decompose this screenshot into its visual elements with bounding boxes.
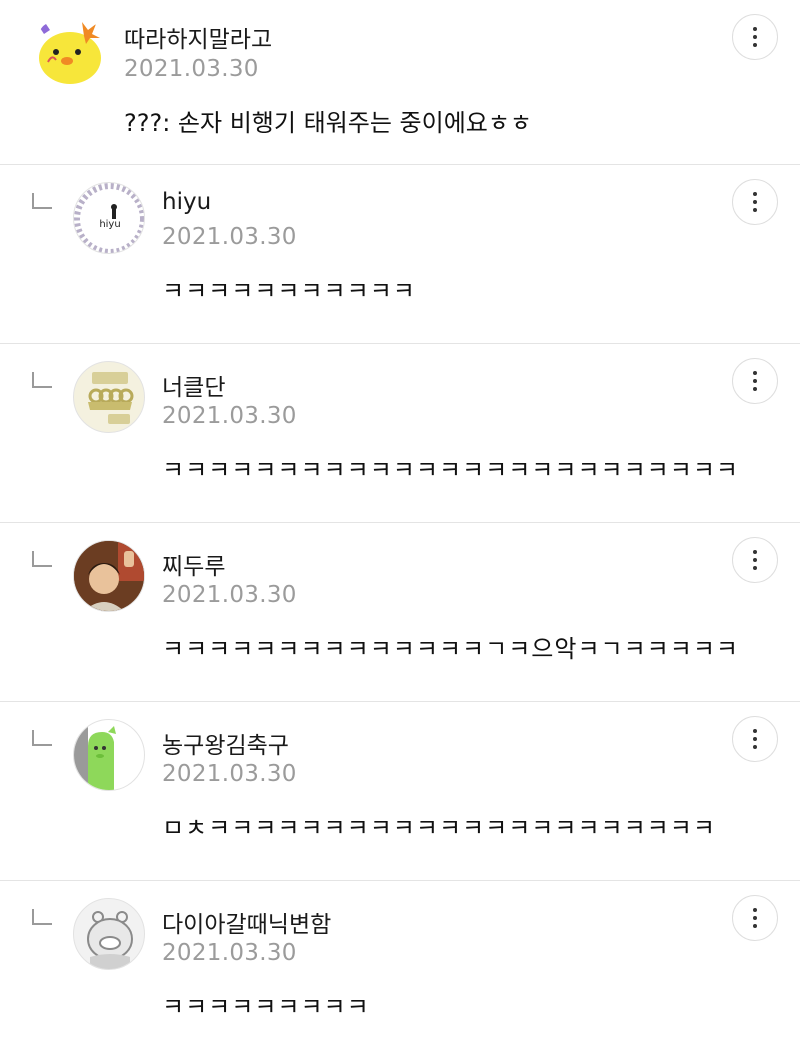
more-vertical-icon: [753, 27, 757, 47]
more-vertical-icon: [753, 550, 757, 570]
reply-arrow-icon: [32, 193, 52, 209]
comment-date: 2021.03.30: [162, 403, 297, 429]
comment-text: ㅋㅋㅋㅋㅋㅋㅋㅋㅋㅋㅋ: [162, 277, 416, 305]
reply-item: 찌두루 2021.03.30 ㅋㅋㅋㅋㅋㅋㅋㅋㅋㅋㅋㅋㅋㅋㄱㅋ으악ㅋㄱㅋㅋㅋㅋㅋ: [0, 523, 800, 702]
avatar[interactable]: [73, 719, 145, 791]
gray-character-avatar-icon: [87, 911, 133, 969]
more-vertical-icon: [753, 729, 757, 749]
reply-arrow-icon: [32, 372, 52, 388]
more-options-button[interactable]: [732, 716, 778, 762]
comment-author[interactable]: 농구왕김축구: [162, 726, 289, 760]
comment-list: 따라하지말라고 2021.03.30 ???: 손자 비행기 태워주는 중이에요…: [0, 0, 800, 1043]
hiyu-logo-avatar-icon: hiyu: [74, 183, 144, 253]
more-vertical-icon: [753, 371, 757, 391]
comment-author[interactable]: 따라하지말라고: [124, 20, 272, 54]
yellow-chick-avatar-icon: [39, 22, 101, 84]
avatar[interactable]: [34, 14, 106, 86]
comment-author[interactable]: 찌두루: [162, 547, 225, 581]
avatar[interactable]: [73, 898, 145, 970]
avatar[interactable]: [73, 540, 145, 612]
comment-date: 2021.03.30: [162, 761, 297, 787]
more-options-button[interactable]: [732, 358, 778, 404]
reply-item: 너클단 2021.03.30 ㅋㅋㅋㅋㅋㅋㅋㅋㅋㅋㅋㅋㅋㅋㅋㅋㅋㅋㅋㅋㅋㅋㅋㅋㅋ: [0, 344, 800, 523]
comment-date: 2021.03.30: [162, 224, 297, 250]
reply-item: 다이아갈때닉변함 2021.03.30 ㅋㅋㅋㅋㅋㅋㅋㅋㅋ: [0, 881, 800, 1043]
reply-item: 농구왕김축구 2021.03.30 ㅁㅊㅋㅋㅋㅋㅋㅋㅋㅋㅋㅋㅋㅋㅋㅋㅋㅋㅋㅋㅋㅋ…: [0, 702, 800, 881]
reply-arrow-icon: [32, 730, 52, 746]
avatar[interactable]: hiyu: [73, 182, 145, 254]
person-photo-avatar-icon: [74, 541, 144, 611]
reply-arrow-icon: [32, 551, 52, 567]
reply-arrow-icon: [32, 909, 52, 925]
comment-text: ㅁㅊㅋㅋㅋㅋㅋㅋㅋㅋㅋㅋㅋㅋㅋㅋㅋㅋㅋㅋㅋㅋㅋㅋ: [162, 814, 716, 842]
comment-text: ㅋㅋㅋㅋㅋㅋㅋㅋㅋㅋㅋㅋㅋㅋㅋㅋㅋㅋㅋㅋㅋㅋㅋㅋㅋ: [162, 456, 739, 484]
comment-text: ???: 손자 비행기 태워주는 중이에요ㅎㅎ: [124, 109, 533, 137]
comment-text: ㅋㅋㅋㅋㅋㅋㅋㅋㅋ: [162, 993, 370, 1021]
reply-item: hiyu hiyu 2021.03.30 ㅋㅋㅋㅋㅋㅋㅋㅋㅋㅋㅋ: [0, 165, 800, 344]
more-options-button[interactable]: [732, 537, 778, 583]
green-character-avatar-icon: [74, 720, 116, 790]
more-vertical-icon: [753, 192, 757, 212]
comment-text: ㅋㅋㅋㅋㅋㅋㅋㅋㅋㅋㅋㅋㅋㅋㄱㅋ으악ㅋㄱㅋㅋㅋㅋㅋ: [162, 635, 739, 663]
comment-author[interactable]: hiyu: [162, 189, 211, 215]
more-options-button[interactable]: [732, 14, 778, 60]
comment-author[interactable]: 다이아갈때닉변함: [162, 905, 331, 939]
more-options-button[interactable]: [732, 895, 778, 941]
comment-author[interactable]: 너클단: [162, 368, 225, 402]
brass-knuckles-avatar-icon: [88, 372, 134, 424]
more-vertical-icon: [753, 908, 757, 928]
more-options-button[interactable]: [732, 179, 778, 225]
comment-date: 2021.03.30: [124, 56, 259, 82]
comment-date: 2021.03.30: [162, 940, 297, 966]
avatar[interactable]: [73, 361, 145, 433]
hiyu-logo-text: hiyu: [99, 219, 120, 230]
comment-item: 따라하지말라고 2021.03.30 ???: 손자 비행기 태워주는 중이에요…: [0, 0, 800, 165]
comment-date: 2021.03.30: [162, 582, 297, 608]
